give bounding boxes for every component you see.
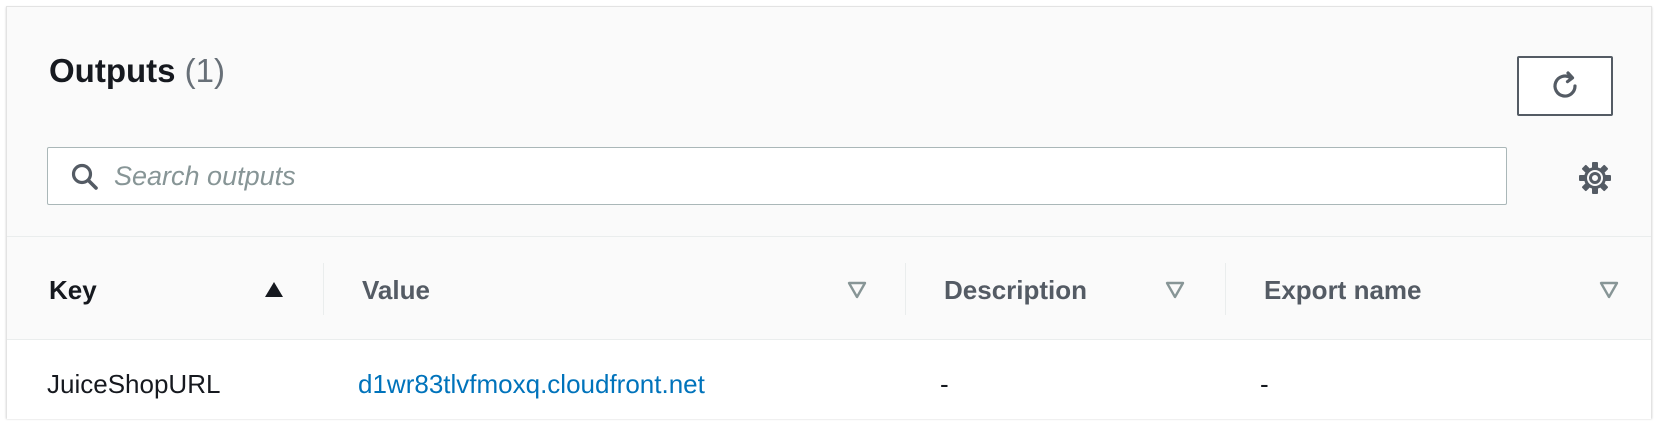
column-label-key: Key [49,275,97,305]
table-header: Key Value Description Export name [7,237,1651,340]
title-text: Outputs [49,52,176,89]
cell-description: - [940,369,949,399]
sort-descending-icon[interactable] [1164,279,1186,301]
column-label-description: Description [944,275,1088,305]
column-label-export-name: Export name [1264,275,1422,305]
cell-key: JuiceShopURL [47,369,221,399]
refresh-icon [1553,71,1577,98]
cell-value-link[interactable]: d1wr83tlvfmoxq.cloudfront.net [358,369,705,399]
sort-descending-icon[interactable] [846,279,868,301]
column-label-value: Value [362,275,430,305]
search-icon [71,163,98,190]
gear-icon[interactable] [1577,160,1613,196]
title-count: (1) [184,52,225,89]
sort-ascending-icon[interactable] [263,279,285,301]
column-header-export-name[interactable]: Export name [1226,237,1652,340]
refresh-button[interactable] [1517,56,1613,116]
column-header-key[interactable]: Key [7,237,323,340]
sort-descending-icon[interactable] [1598,279,1620,301]
table-row: JuiceShopURL d1wr83tlvfmoxq.cloudfront.n… [7,341,1651,419]
search-box[interactable] [47,147,1507,205]
panel-header: Outputs (1) [7,7,1651,237]
column-header-description[interactable]: Description [906,237,1224,340]
column-header-value[interactable]: Value [324,237,904,340]
cell-export-name: - [1260,369,1269,399]
outputs-panel: Outputs (1) Search outputs Key Value Des… [6,6,1652,419]
panel-title: Outputs (1) [49,51,225,91]
search-input[interactable] [114,154,1494,198]
